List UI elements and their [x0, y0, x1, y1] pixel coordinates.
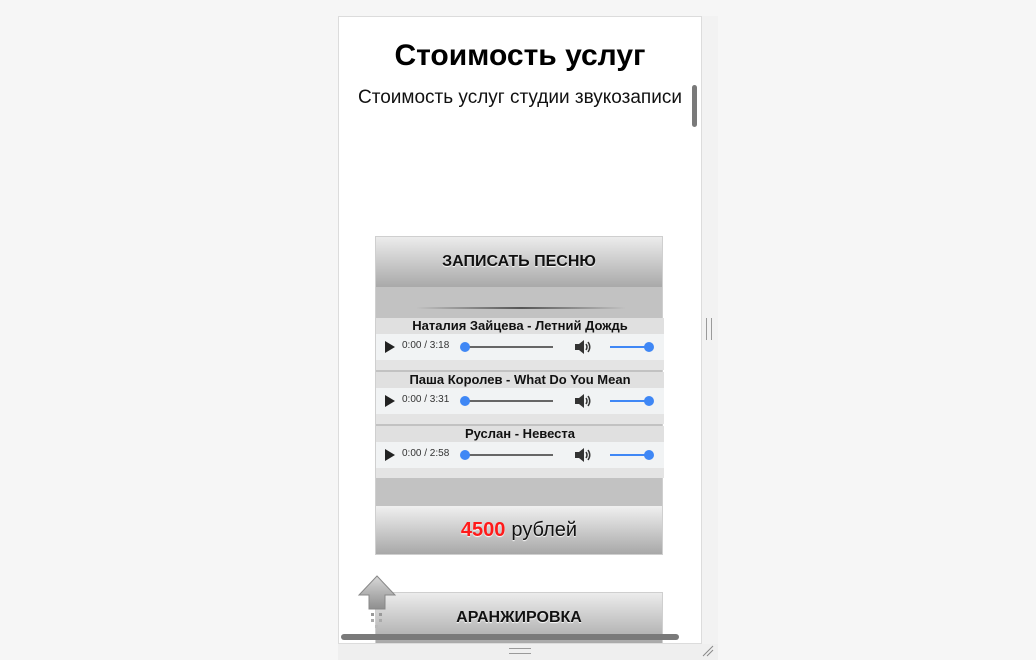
volume-knob[interactable] — [644, 450, 654, 460]
progress-bar[interactable] — [465, 400, 553, 402]
track-title: Паша Королев - What Do You Mean — [376, 372, 664, 388]
track-item: Наталия Зайцева - Летний Дождь 0:00 / 3:… — [376, 318, 664, 370]
device-viewport: Стоимость услуг Стоимость услуг студии з… — [338, 16, 702, 644]
service-card-record-song: ЗАПИСАТЬ ПЕСНЮ Наталия Зайцева - Летний … — [375, 236, 664, 555]
audio-player: 0:00 / 2:58 — [376, 442, 664, 468]
arrow-up-icon[interactable] — [357, 575, 397, 631]
card-body: Наталия Зайцева - Летний Дождь 0:00 / 3:… — [376, 287, 664, 506]
progress-bar[interactable] — [465, 454, 553, 456]
progress-knob[interactable] — [460, 342, 470, 352]
play-icon[interactable] — [385, 395, 395, 407]
price-footer: 4500 рублей — [376, 506, 662, 554]
resize-corner-icon[interactable] — [702, 645, 714, 657]
time-display: 0:00 / 2:58 — [402, 448, 450, 459]
play-icon[interactable] — [385, 341, 395, 353]
audio-player: 0:00 / 3:18 — [376, 334, 664, 360]
track-title: Наталия Зайцева - Летний Дождь — [376, 318, 664, 334]
time-display: 0:00 / 3:31 — [402, 394, 450, 405]
track-item: Паша Королев - What Do You Mean 0:00 / 3… — [376, 372, 664, 424]
resize-handle-bottom[interactable] — [509, 648, 531, 654]
resize-handle-right[interactable] — [706, 318, 712, 340]
card-header: ЗАПИСАТЬ ПЕСНЮ — [376, 237, 662, 287]
progress-knob[interactable] — [460, 396, 470, 406]
horizontal-scrollbar[interactable] — [341, 634, 679, 640]
price-amount: 4500 — [460, 518, 506, 541]
track-title: Руслан - Невеста — [376, 426, 664, 442]
audio-player: 0:00 / 3:31 — [376, 388, 664, 414]
divider — [416, 307, 626, 309]
price-currency: рублей — [511, 518, 578, 541]
vertical-scrollbar[interactable] — [692, 85, 697, 127]
progress-knob[interactable] — [460, 450, 470, 460]
volume-knob[interactable] — [644, 342, 654, 352]
track-item: Руслан - Невеста 0:00 / 2:58 — [376, 426, 664, 478]
progress-bar[interactable] — [465, 346, 553, 348]
page-title: Стоимость услуг — [394, 39, 646, 72]
play-icon[interactable] — [385, 449, 395, 461]
volume-icon[interactable] — [574, 447, 592, 463]
volume-icon[interactable] — [574, 393, 592, 409]
volume-knob[interactable] — [644, 396, 654, 406]
time-display: 0:00 / 3:18 — [402, 340, 450, 351]
volume-icon[interactable] — [574, 339, 592, 355]
page-subtitle: Стоимость услуг студии звукозаписи — [358, 87, 682, 108]
